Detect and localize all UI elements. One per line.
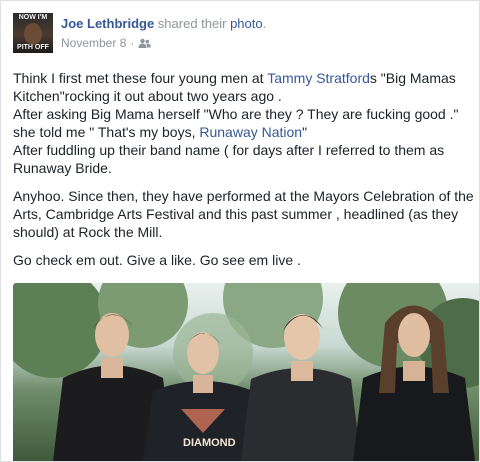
avatar-caption-top: NOW I'M [18, 14, 48, 21]
post-card: NOW I'M PITH OFF Joe Lethbridge shared t… [0, 0, 480, 462]
header-line: Joe Lethbridge shared their photo. [61, 15, 461, 32]
meta-separator: · [130, 36, 135, 50]
paragraph-3: Go check em out. Give a like. Go see em … [13, 252, 301, 268]
p1-text-a: Think I first met these four young men a… [13, 70, 268, 86]
post-photo[interactable]: DIAMOND [13, 283, 479, 461]
avatar-face [24, 23, 42, 45]
mention-runaway-nation[interactable]: Runaway Nation [199, 124, 302, 140]
band-photo-illustration: DIAMOND [13, 283, 479, 461]
paragraph-2: Anyhoo. Since then, they have performed … [13, 188, 474, 240]
avatar-caption-bottom: PITH OFF [17, 44, 49, 51]
post-date[interactable]: November 8 [61, 36, 126, 50]
header-info: Joe Lethbridge shared their photo. Novem… [61, 15, 461, 53]
paragraph-1: Think I first met these four young men a… [13, 69, 475, 177]
photo-link[interactable]: photo [230, 16, 263, 31]
post-meta: November 8 · [61, 36, 461, 53]
post-header: NOW I'M PITH OFF Joe Lethbridge shared t… [13, 13, 469, 57]
author-name[interactable]: Joe Lethbridge [61, 16, 154, 31]
foliage [13, 283, 108, 378]
author-avatar[interactable]: NOW I'M PITH OFF [13, 13, 53, 53]
mention-tammy-stratford[interactable]: Tammy Stratford [267, 70, 370, 86]
action-text: shared their [154, 16, 231, 31]
friends-icon[interactable] [138, 38, 152, 53]
shirt-text: DIAMOND [183, 437, 236, 449]
post-body: Think I first met these four young men a… [13, 69, 475, 279]
p1-text-d: " [302, 124, 308, 140]
action-suffix: . [262, 16, 267, 31]
p1-text-e: After fuddling up their band name ( for … [13, 142, 445, 176]
